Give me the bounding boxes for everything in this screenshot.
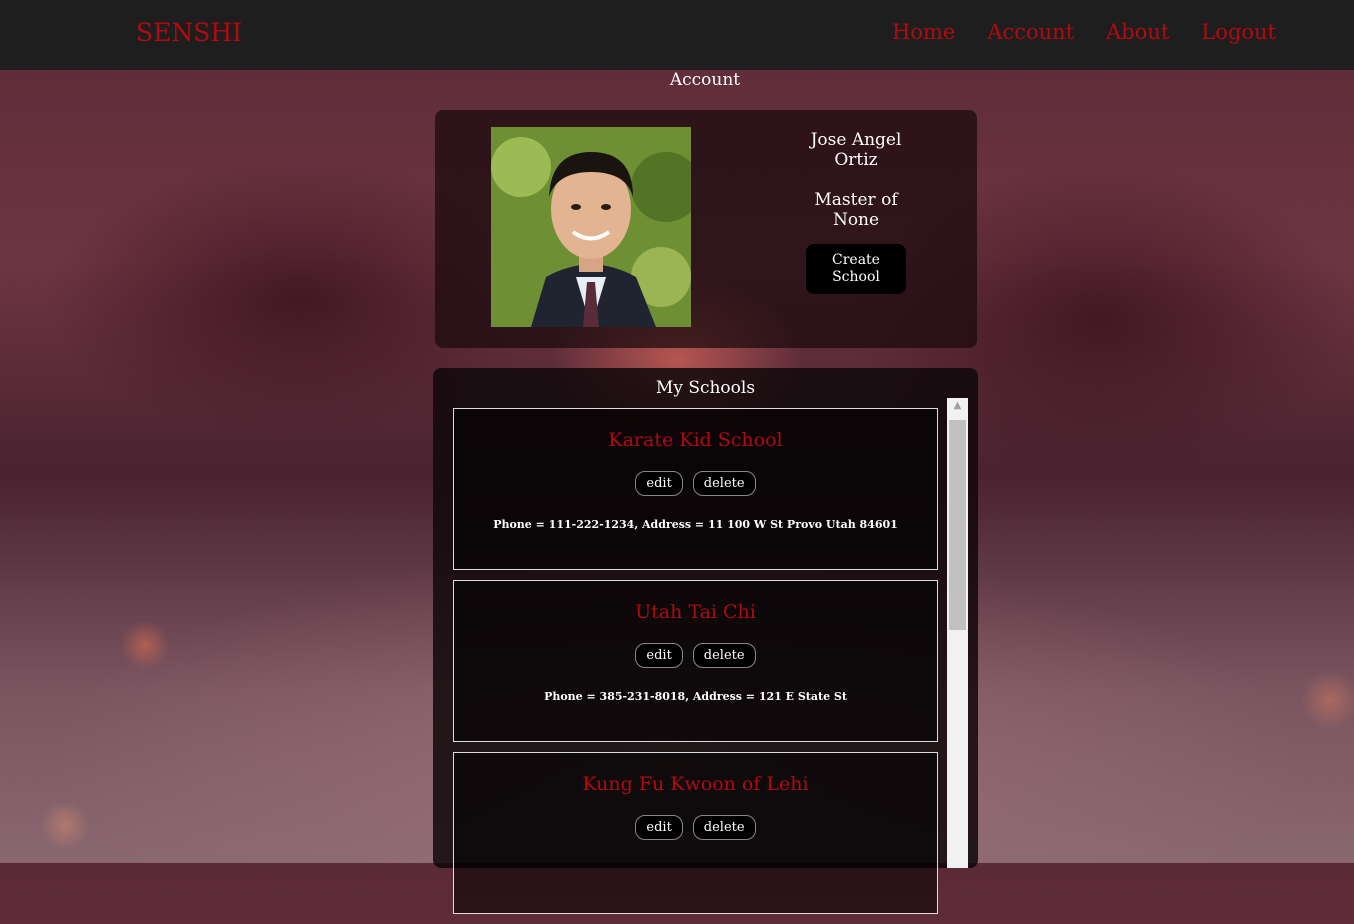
school-details: Phone = 385-231-8018, Address = 121 E St…	[544, 690, 847, 703]
school-item: Kung Fu Kwoon of Lehi edit delete	[453, 752, 938, 914]
scroll-thumb[interactable]	[949, 420, 966, 630]
schools-scrollbar[interactable]: ▲	[947, 398, 968, 868]
profile-rank: Master of None	[814, 190, 898, 230]
ember-glow	[120, 620, 170, 670]
school-name[interactable]: Kung Fu Kwoon of Lehi	[454, 753, 937, 801]
nav-links: Home Account About Logout	[892, 20, 1276, 44]
nav-link-home[interactable]: Home	[892, 20, 955, 44]
scroll-up-arrow-icon[interactable]: ▲	[947, 400, 968, 411]
school-name[interactable]: Utah Tai Chi	[454, 581, 937, 629]
create-school-button[interactable]: Create School	[806, 244, 906, 294]
profile-avatar	[491, 127, 691, 327]
ember-glow	[40, 800, 90, 850]
profile-name: Jose Angel Ortiz	[810, 130, 902, 170]
delete-school-button[interactable]: delete	[692, 471, 756, 496]
school-item: Utah Tai Chi edit delete Phone = 385-231…	[453, 580, 938, 742]
nav-link-logout[interactable]: Logout	[1201, 20, 1276, 44]
edit-school-button[interactable]: edit	[635, 471, 683, 496]
school-name[interactable]: Karate Kid School	[454, 409, 937, 457]
ember-glow	[1300, 670, 1354, 730]
edit-school-button[interactable]: edit	[635, 643, 683, 668]
delete-school-button[interactable]: delete	[692, 815, 756, 840]
school-actions: edit delete	[454, 815, 937, 840]
profile-info: Jose Angel Ortiz Master of None Create S…	[791, 130, 921, 294]
schools-card: My Schools Karate Kid School edit delete…	[433, 368, 978, 914]
schools-title: My Schools	[655, 378, 756, 398]
edit-school-button[interactable]: edit	[635, 815, 683, 840]
brand-logo[interactable]: SENSHI	[136, 18, 242, 47]
page-title: Account	[669, 70, 741, 90]
school-item: Karate Kid School edit delete Phone = 11…	[453, 408, 938, 570]
profile-photo	[491, 127, 691, 327]
school-details: Phone = 111-222-1234, Address = 11 100 W…	[493, 518, 898, 531]
school-actions: edit delete	[454, 643, 937, 668]
nav-link-account[interactable]: Account	[987, 20, 1074, 44]
schools-list: Karate Kid School edit delete Phone = 11…	[453, 408, 938, 924]
school-actions: edit delete	[454, 471, 937, 496]
profile-card: Jose Angel Ortiz Master of None Create S…	[435, 110, 977, 348]
delete-school-button[interactable]: delete	[692, 643, 756, 668]
nav-link-about[interactable]: About	[1106, 20, 1169, 44]
navbar: SENSHI Home Account About Logout	[0, 0, 1354, 70]
